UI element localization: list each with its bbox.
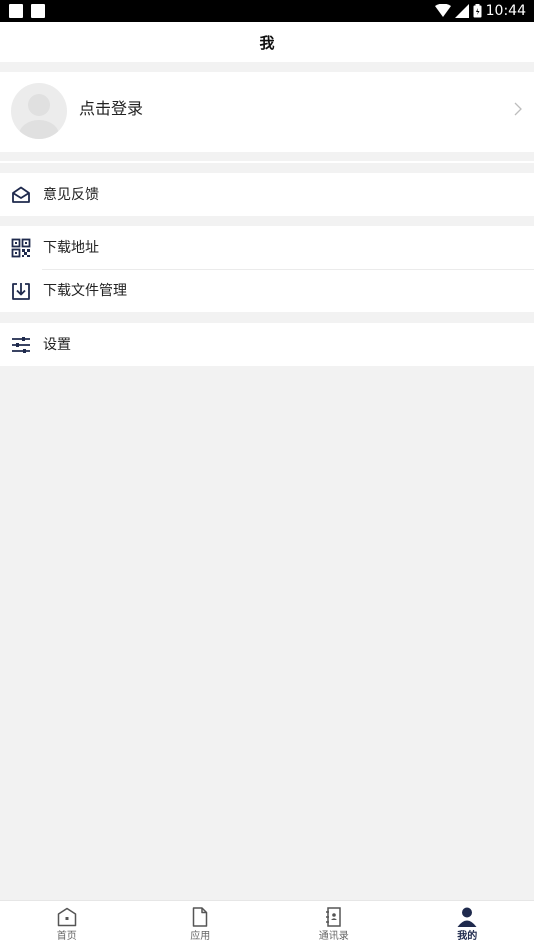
- divider: [0, 161, 534, 163]
- menu-item-feedback[interactable]: 意见反馈: [0, 173, 534, 216]
- qr-code-icon: [11, 238, 31, 258]
- tab-home[interactable]: 首页: [0, 901, 134, 948]
- status-bar: 10:44: [0, 0, 534, 22]
- feedback-section: 意见反馈: [0, 173, 534, 216]
- title-bar: 我: [0, 22, 534, 62]
- tab-apps[interactable]: 应用: [134, 901, 268, 948]
- login-label: 点击登录: [79, 99, 144, 118]
- status-time: 10:44: [485, 3, 526, 19]
- status-notifications: [9, 4, 45, 18]
- signal-icon: [454, 4, 469, 18]
- tab-label: 首页: [56, 931, 77, 942]
- download-section: 下载地址 下载文件管理: [0, 226, 534, 312]
- login-row[interactable]: 点击登录: [0, 72, 534, 152]
- battery-icon: [473, 4, 482, 18]
- tab-me[interactable]: 我的: [401, 901, 534, 948]
- bottom-tab-bar: 首页 应用 通讯录 我的: [0, 900, 534, 948]
- person-icon: [457, 907, 477, 927]
- tab-contacts[interactable]: 通讯录: [267, 901, 401, 948]
- download-icon: [12, 283, 30, 300]
- menu-item-label: 设置: [43, 336, 71, 353]
- status-indicators: 10:44: [434, 2, 526, 20]
- menu-item-label: 下载地址: [43, 239, 99, 256]
- avatar: [11, 83, 67, 139]
- chevron-right-icon: [514, 102, 522, 116]
- menu-item-label: 意见反馈: [43, 186, 99, 203]
- menu-item-settings[interactable]: 设置: [0, 323, 534, 366]
- document-icon: [193, 907, 208, 927]
- tab-label: 应用: [190, 931, 211, 942]
- settings-section: 设置: [0, 323, 534, 366]
- menu-item-download-files[interactable]: 下载文件管理: [0, 269, 534, 312]
- menu-item-download-address[interactable]: 下载地址: [0, 226, 534, 269]
- notification-icon: [31, 4, 45, 18]
- sliders-icon: [12, 337, 30, 353]
- mail-open-icon: [12, 186, 30, 203]
- tab-label: 我的: [457, 931, 478, 942]
- tab-label: 通讯录: [318, 931, 349, 942]
- home-icon: [57, 907, 76, 927]
- page-title: 我: [259, 33, 275, 52]
- notification-icon: [9, 4, 23, 18]
- menu-item-label: 下载文件管理: [43, 282, 127, 299]
- contacts-icon: [325, 907, 341, 927]
- wifi-icon: [434, 4, 451, 17]
- avatar-placeholder-icon: [19, 94, 59, 139]
